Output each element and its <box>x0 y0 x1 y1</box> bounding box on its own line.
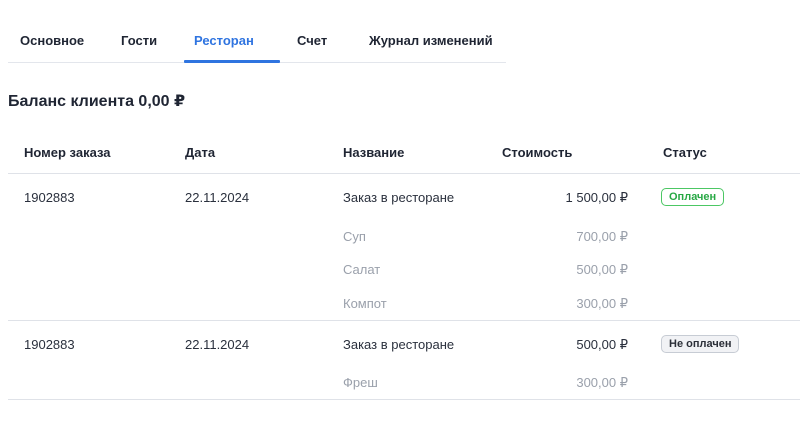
order-item-cost: 500,00 ₽ <box>576 262 628 277</box>
tab-guests[interactable]: Гости <box>121 33 157 48</box>
header-status: Статус <box>663 145 707 160</box>
header-date: Дата <box>185 145 216 160</box>
order-item-name: Компот <box>343 296 387 311</box>
order-item-name: Салат <box>343 262 381 277</box>
order-item-cost: 700,00 ₽ <box>576 229 628 244</box>
client-balance: Баланс клиента 0,00 ₽ <box>8 93 186 110</box>
order-cost: 1 500,00 ₽ <box>565 190 629 205</box>
tabs-bar: Основное Гости Ресторан Счет Журнал изме… <box>8 22 506 63</box>
order-number: 1902883 <box>24 190 75 205</box>
order-title: Заказ в ресторане <box>343 190 455 205</box>
order-cost: 500,00 ₽ <box>576 337 628 352</box>
header-divider <box>8 173 800 174</box>
order-date: 22.11.2024 <box>185 337 250 352</box>
tab-invoice[interactable]: Счет <box>297 33 327 48</box>
tab-main[interactable]: Основное <box>20 33 84 48</box>
status-badge: Не оплачен <box>661 335 740 353</box>
row-divider <box>8 320 800 321</box>
tab-restaurant[interactable]: Ресторан <box>194 33 254 48</box>
status-badge: Оплачен <box>661 188 725 206</box>
tab-change-log[interactable]: Журнал изменений <box>369 33 493 48</box>
header-order-number: Номер заказа <box>24 145 111 160</box>
order-item-cost: 300,00 ₽ <box>576 296 628 311</box>
order-item-cost: 300,00 ₽ <box>576 375 628 390</box>
order-number: 1902883 <box>24 337 75 352</box>
header-title: Название <box>343 145 405 160</box>
header-cost: Стоимость <box>502 145 573 160</box>
row-divider <box>8 399 800 400</box>
order-date: 22.11.2024 <box>185 190 250 205</box>
order-item-name: Суп <box>343 229 366 244</box>
order-title: Заказ в ресторане <box>343 337 455 352</box>
order-item-name: Фреш <box>343 375 378 390</box>
active-tab-indicator <box>184 60 280 63</box>
